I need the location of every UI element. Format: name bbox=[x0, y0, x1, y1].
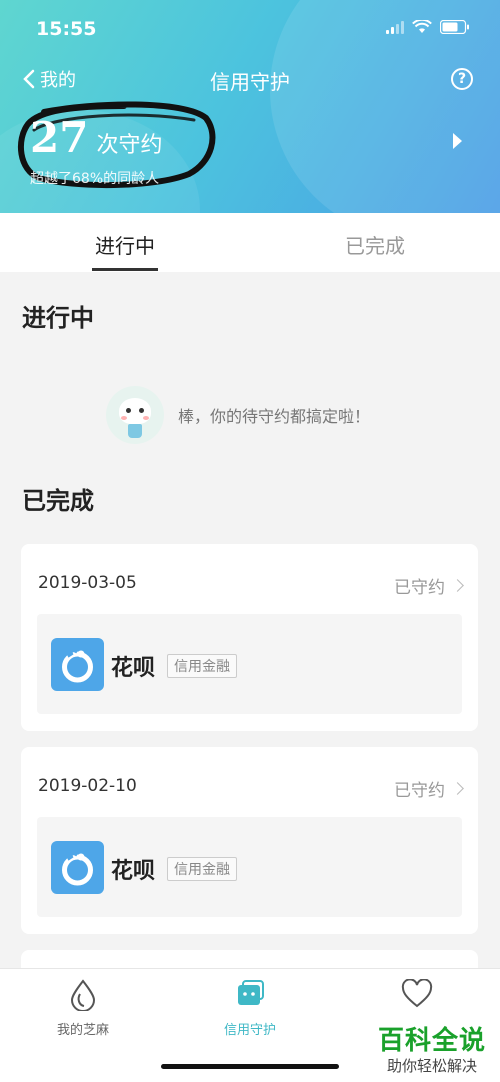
battery-icon bbox=[440, 20, 470, 34]
record-card[interactable]: 2019-02-10 已守约 花呗 信用金融 bbox=[21, 747, 478, 934]
huabei-app-icon bbox=[51, 638, 104, 691]
tab-bar: 进行中 已完成 bbox=[0, 213, 500, 272]
watermark: 百科全说 助你轻松解决 bbox=[378, 1020, 486, 1076]
record-date: 2019-03-05 bbox=[38, 573, 137, 593]
app-name: 花呗 bbox=[111, 656, 156, 681]
credit-count: 27 次守约 bbox=[30, 113, 162, 162]
app-tag: 信用金融 bbox=[167, 857, 237, 881]
watermark-title: 百科全说 bbox=[377, 1026, 486, 1056]
shield-card-icon bbox=[238, 980, 264, 1005]
app-tag: 信用金融 bbox=[167, 654, 237, 678]
nav-heart[interactable] bbox=[357, 978, 477, 1017]
tab-indicator bbox=[92, 268, 158, 271]
watermark-subtitle: 助你轻松解决 bbox=[386, 1057, 477, 1075]
nav-credit-guard[interactable]: 信用守护 bbox=[190, 979, 310, 1038]
count-number: 27 bbox=[30, 113, 89, 162]
header-banner: 15:55 我的 信用守护 ? 27 次守约 超越了68%的同龄人 bbox=[0, 0, 500, 213]
empty-message: 棒，你的待守约都搞定啦！ bbox=[178, 407, 371, 426]
tab-completed[interactable]: 已完成 bbox=[250, 213, 500, 272]
record-app-box: 花呗 信用金融 bbox=[37, 614, 462, 714]
record-app-box: 花呗 信用金融 bbox=[37, 817, 462, 917]
heart-icon bbox=[401, 978, 433, 1008]
caret-right-icon[interactable] bbox=[453, 133, 462, 149]
record-status[interactable]: 已守约 bbox=[394, 573, 464, 598]
status-label: 已守约 bbox=[394, 578, 445, 598]
chevron-right-icon bbox=[451, 579, 464, 592]
nav-label: 信用守护 bbox=[223, 1023, 276, 1038]
status-label: 已守约 bbox=[394, 781, 445, 801]
signal-icon bbox=[386, 20, 404, 34]
tab-label: 进行中 bbox=[95, 234, 155, 258]
record-status[interactable]: 已守约 bbox=[394, 776, 464, 801]
peer-compare-text: 超越了68%的同龄人 bbox=[30, 171, 160, 187]
record-date: 2019-02-10 bbox=[38, 776, 137, 796]
mascot-icon bbox=[106, 386, 164, 444]
nav-my-sesame[interactable]: 我的芝麻 bbox=[23, 979, 143, 1038]
wifi-icon bbox=[412, 20, 432, 34]
chevron-right-icon bbox=[451, 782, 464, 795]
home-indicator[interactable] bbox=[161, 1064, 339, 1069]
empty-state: 棒，你的待守约都搞定啦！ bbox=[106, 386, 370, 444]
status-time: 15:55 bbox=[36, 18, 97, 40]
page-title: 信用守护 bbox=[210, 70, 290, 94]
help-icon[interactable]: ? bbox=[451, 68, 473, 90]
section-title-completed: 已完成 bbox=[22, 487, 94, 515]
status-icons bbox=[386, 20, 470, 34]
sesame-drop-icon bbox=[70, 979, 96, 1012]
count-unit: 次守约 bbox=[96, 133, 163, 158]
tab-label: 已完成 bbox=[345, 234, 405, 258]
tab-ongoing[interactable]: 进行中 bbox=[0, 213, 250, 272]
huabei-app-icon bbox=[51, 841, 104, 894]
app-name: 花呗 bbox=[111, 859, 156, 884]
nav-label: 我的芝麻 bbox=[56, 1023, 109, 1038]
record-card[interactable]: 2019-03-05 已守约 花呗 信用金融 bbox=[21, 544, 478, 731]
section-title-ongoing: 进行中 bbox=[22, 304, 94, 332]
